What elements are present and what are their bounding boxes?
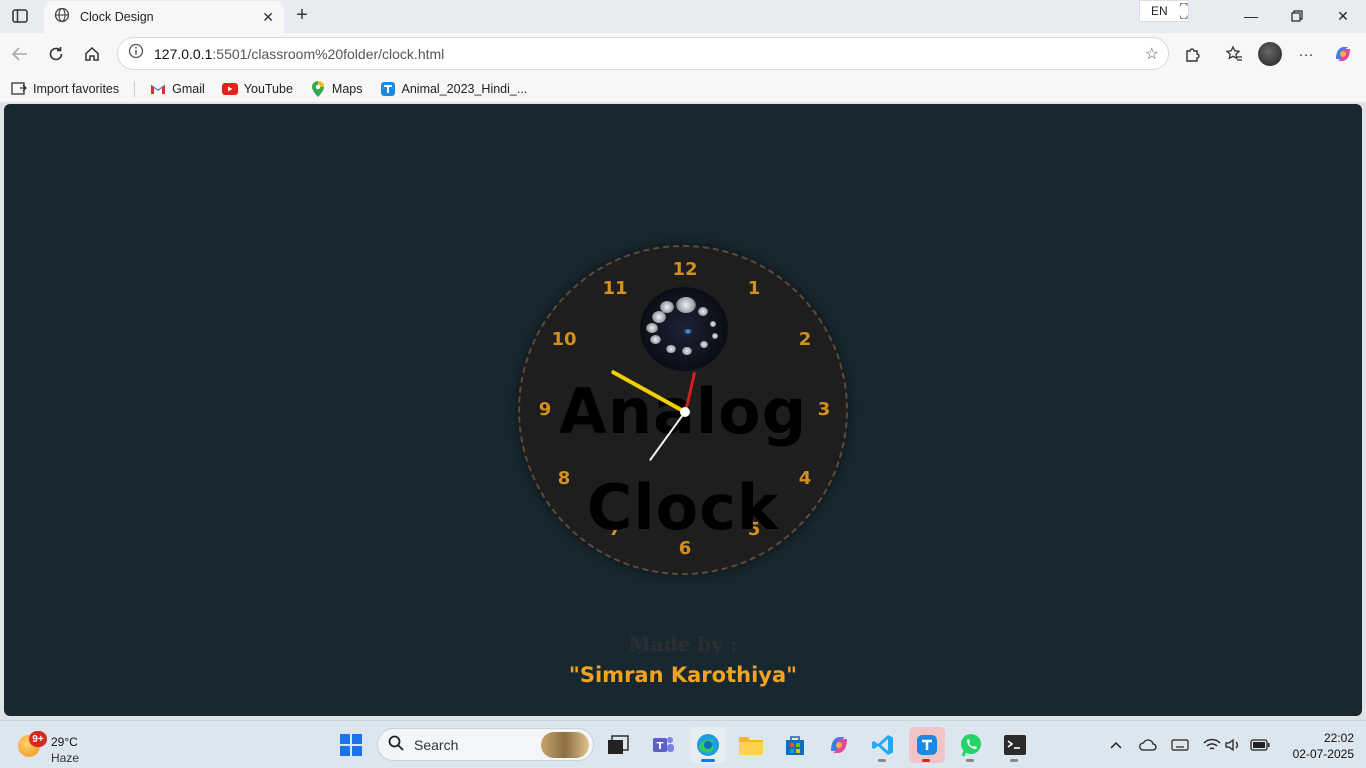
analog-clock: 12 1 2 3 4 5 6 7 8 9 10 11 Analog Clock bbox=[518, 245, 848, 575]
galaxy-emblem-image bbox=[640, 287, 728, 371]
teams-icon[interactable]: T bbox=[645, 727, 681, 763]
open-indicator bbox=[1010, 759, 1018, 762]
date-text: 02-07-2025 bbox=[1292, 747, 1354, 761]
search-placeholder: Search bbox=[414, 736, 459, 753]
minimize-button[interactable]: — bbox=[1241, 6, 1261, 26]
language-indicator[interactable]: EN ⌜⌝ ⌞⌟ bbox=[1139, 0, 1189, 22]
close-window-button[interactable]: ✕ bbox=[1333, 6, 1353, 26]
store-icon[interactable] bbox=[777, 727, 813, 763]
onedrive-icon[interactable] bbox=[1138, 735, 1158, 755]
start-button[interactable] bbox=[333, 727, 369, 763]
active-indicator bbox=[701, 759, 715, 762]
favorites-bar: Import favorites Gmail YouTube Maps Anim… bbox=[0, 75, 1366, 103]
author-name: "Simran Karothiya" bbox=[568, 663, 798, 687]
chevron-up-icon[interactable] bbox=[1106, 735, 1126, 755]
made-by-label: Made by : bbox=[628, 632, 738, 656]
url-text: 127.0.0.1:5501/classroom%20folder/clock.… bbox=[154, 46, 1145, 62]
favorite-maps[interactable]: Maps bbox=[310, 80, 363, 97]
tab-title: Clock Design bbox=[80, 10, 154, 24]
open-indicator bbox=[878, 759, 886, 762]
language-label: EN bbox=[1151, 4, 1168, 18]
favorite-import[interactable]: Import favorites bbox=[11, 82, 119, 96]
windows-taskbar: 9+ 29°C Haze Search T 22:02 02-07-2025 bbox=[0, 720, 1366, 768]
copilot-icon[interactable] bbox=[1331, 42, 1355, 66]
favorite-gmail[interactable]: Gmail bbox=[150, 82, 205, 96]
browser-tab[interactable]: Clock Design ✕ bbox=[44, 1, 284, 33]
gmail-icon bbox=[150, 82, 166, 96]
svg-text:T: T bbox=[657, 741, 664, 752]
terminal-icon[interactable] bbox=[997, 727, 1033, 763]
whatsapp-icon[interactable] bbox=[953, 727, 989, 763]
favorite-label: Import favorites bbox=[33, 81, 120, 96]
favorite-label: Maps bbox=[331, 81, 363, 96]
taskbar-search[interactable]: Search bbox=[377, 728, 594, 761]
favorite-label: Animal_2023_Hindi_... bbox=[401, 81, 528, 96]
search-highlight-image bbox=[541, 732, 589, 758]
youtube-icon bbox=[221, 82, 238, 96]
volume-icon[interactable] bbox=[1223, 735, 1243, 755]
search-icon bbox=[388, 735, 404, 754]
new-tab-button[interactable]: + bbox=[291, 4, 313, 27]
favorite-youtube[interactable]: YouTube bbox=[221, 81, 293, 96]
url-host: 127.0.0.1 bbox=[154, 45, 213, 62]
weather-condition-text: Haze bbox=[51, 751, 80, 765]
back-button[interactable] bbox=[9, 43, 31, 65]
edge-icon[interactable] bbox=[690, 727, 726, 763]
site-info-icon[interactable] bbox=[128, 43, 144, 64]
site-icon bbox=[380, 81, 396, 96]
globe-icon bbox=[54, 7, 70, 28]
notification-badge: 9+ bbox=[29, 731, 47, 747]
profile-avatar[interactable] bbox=[1258, 42, 1282, 66]
favorite-star-icon[interactable]: ☆ bbox=[1145, 44, 1159, 64]
more-menu-icon[interactable]: ··· bbox=[1294, 42, 1318, 66]
clock-number-1: 1 bbox=[747, 278, 761, 299]
clock-number-2: 2 bbox=[798, 329, 812, 350]
address-bar[interactable]: 127.0.0.1:5501/classroom%20folder/clock.… bbox=[117, 37, 1169, 70]
expand-icon: ⌜⌝ ⌞⌟ bbox=[1179, 2, 1189, 20]
keyboard-icon[interactable] bbox=[1170, 735, 1190, 755]
battery-icon[interactable] bbox=[1250, 735, 1270, 755]
extensions-icon[interactable] bbox=[1181, 42, 1205, 66]
system-clock[interactable]: 22:02 02-07-2025 bbox=[1282, 730, 1354, 762]
favorite-label: YouTube bbox=[243, 81, 293, 96]
title-bar: Clock Design ✕ + EN ⌜⌝ ⌞⌟ — ✕ bbox=[0, 0, 1366, 33]
close-tab-icon[interactable]: ✕ bbox=[262, 9, 274, 26]
active-indicator bbox=[922, 759, 930, 762]
clock-number-11: 11 bbox=[602, 278, 628, 299]
tweak-app-icon[interactable] bbox=[909, 727, 945, 763]
wifi-icon[interactable] bbox=[1202, 735, 1222, 755]
time-text: 22:02 bbox=[1323, 731, 1354, 745]
favorite-label: Gmail bbox=[172, 81, 205, 96]
favorites-icon[interactable] bbox=[1222, 42, 1246, 66]
url-path: :5501/classroom%20folder/clock.html bbox=[212, 45, 445, 62]
restore-button[interactable] bbox=[1287, 6, 1307, 26]
browser-toolbar: 127.0.0.1:5501/classroom%20folder/clock.… bbox=[0, 33, 1366, 75]
refresh-button[interactable] bbox=[45, 43, 67, 65]
clock-number-12: 12 bbox=[672, 259, 698, 280]
weather-widget[interactable]: 9+ 29°C Haze bbox=[16, 727, 106, 765]
vscode-icon[interactable] bbox=[865, 727, 901, 763]
clock-title-line2: Clock bbox=[586, 471, 780, 544]
favorites-divider bbox=[134, 80, 136, 97]
clock-center-pivot bbox=[680, 407, 690, 417]
import-icon bbox=[11, 81, 27, 96]
clock-number-10: 10 bbox=[551, 329, 577, 350]
favorite-animal[interactable]: Animal_2023_Hindi_... bbox=[380, 81, 528, 96]
maps-icon bbox=[310, 80, 326, 97]
home-button[interactable] bbox=[81, 43, 103, 65]
task-view-icon[interactable] bbox=[600, 727, 636, 763]
copilot-app-icon[interactable] bbox=[821, 727, 857, 763]
temperature-text: 29°C bbox=[51, 735, 78, 749]
tab-actions-icon[interactable] bbox=[8, 6, 32, 26]
web-page: 12 1 2 3 4 5 6 7 8 9 10 11 Analog Clock … bbox=[4, 104, 1362, 716]
file-explorer-icon[interactable] bbox=[733, 727, 769, 763]
open-indicator bbox=[966, 759, 974, 762]
